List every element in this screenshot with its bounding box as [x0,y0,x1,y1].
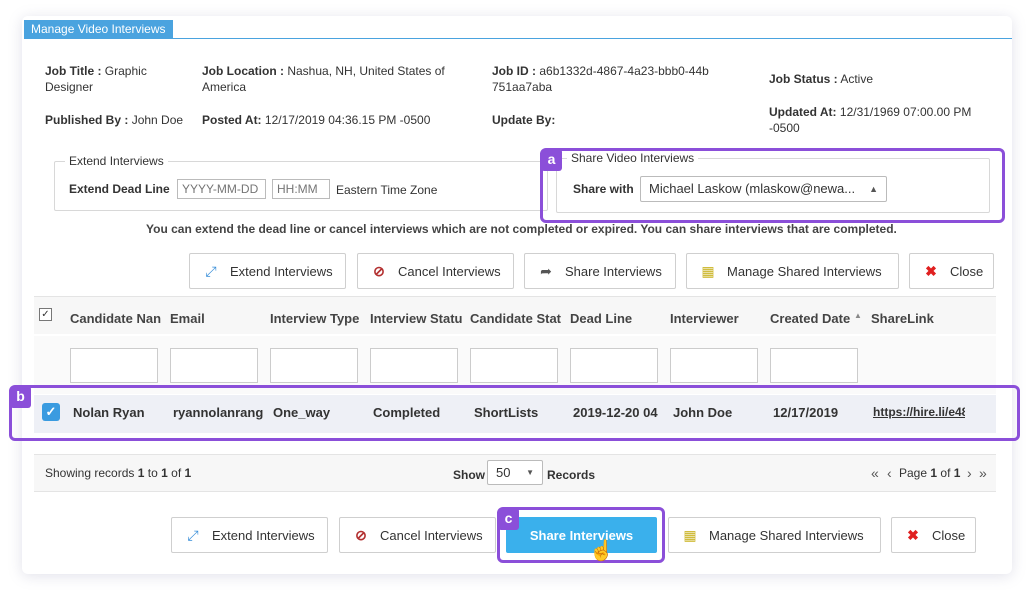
cancel-circle-icon: ⊘ [373,262,385,279]
column-header[interactable]: Email [170,311,262,326]
records-summary: Showing records 1 to 1 of 1 [45,466,192,480]
timezone-label: Eastern Time Zone [336,183,438,197]
filter-interviewer[interactable] [670,348,758,383]
callout-b-frame [9,385,1020,441]
update-by: Update By: [492,113,556,127]
page-indicator: Page 1 of 1 [899,466,961,480]
first-page-icon[interactable]: « [871,465,879,481]
close-label: Close [932,527,966,543]
sort-asc-icon: ▲ [854,311,862,320]
callout-a-frame [540,148,1005,223]
close-x-icon: ✖ [925,262,937,279]
filter-created-date[interactable] [770,348,858,383]
page-size-value: 50 [496,465,511,480]
filter-interview-type[interactable] [270,348,358,383]
map-icon: ▦ [701,262,715,279]
show-label: Show [453,468,485,482]
job-id: Job ID : a6b1332d-4867-4a23-bbb0-44b751a… [492,64,709,94]
close-button-bottom[interactable]: ✖ Close [891,517,976,553]
job-status: Job Status : Active [769,72,874,86]
column-header[interactable]: Interview Type [270,311,364,326]
manage-shared-label: Manage Shared Interviews [709,527,864,543]
manage-shared-button-bottom[interactable]: ▦ Manage Shared Interviews [668,517,881,553]
cancel-circle-icon: ⊘ [355,526,367,543]
callout-a-tag: a [541,149,562,171]
extend-interviews-label: Extend Interviews [212,527,315,543]
column-header[interactable]: Candidate Stat [470,311,562,326]
records-label: Records [547,468,596,482]
next-page-icon[interactable]: › [967,465,972,481]
filter-email[interactable] [170,348,258,383]
manage-shared-button[interactable]: ▦ Manage Shared Interviews [686,253,899,289]
column-header[interactable]: Interview Statu [370,311,462,326]
callout-b-tag: b [10,386,31,408]
share-interviews-label: Share Interviews [565,263,662,279]
extend-deadline-label: Extend Dead Line [69,182,170,196]
extend-interviews-button-bottom[interactable]: ⤢ Extend Interviews [171,517,328,553]
expand-arrows-icon: ⤢ [187,526,199,543]
page-size-select[interactable]: 50 ▼ [487,460,543,485]
last-page-icon[interactable]: » [979,465,987,481]
expand-arrows-icon: ⤢ [205,262,217,279]
close-button[interactable]: ✖ Close [909,253,994,289]
updated-at: Updated At: 12/31/1969 07:00.00 PM -0500 [769,105,972,135]
caret-down-icon: ▼ [526,468,534,477]
extend-interviews-button[interactable]: ⤢ Extend Interviews [189,253,346,289]
published-by: Published By : John Doe [45,113,184,127]
hand-cursor-icon: ☝ [589,540,614,562]
callout-c-frame [497,507,665,563]
deadline-time-input[interactable] [272,179,330,199]
column-header[interactable]: Interviewer [670,311,762,326]
close-label: Close [950,263,984,279]
extend-interviews-label: Extend Interviews [230,263,333,279]
job-title: Job Title : Graphic Designer [45,64,147,94]
filter-interview-status[interactable] [370,348,458,383]
callout-c-tag: c [498,508,519,530]
manage-shared-label: Manage Shared Interviews [727,263,882,279]
cancel-interviews-label: Cancel Interviews [380,527,483,543]
filter-candidate-name[interactable] [70,348,158,383]
help-hint: You can extend the dead line or cancel i… [146,222,897,236]
column-header[interactable]: ShareLink [871,311,963,326]
share-interviews-button[interactable]: ➦ Share Interviews [524,253,676,289]
select-all-checkbox[interactable]: ✓ [39,308,52,321]
close-x-icon: ✖ [907,526,919,543]
posted-at: Posted At: 12/17/2019 04:36.15 PM -0500 [202,113,431,127]
cancel-interviews-button-bottom[interactable]: ⊘ Cancel Interviews [339,517,496,553]
prev-page-icon[interactable]: ‹ [887,465,892,481]
cancel-interviews-label: Cancel Interviews [398,263,501,279]
map-icon: ▦ [683,526,697,543]
job-location: Job Location : Nashua, NH, United States… [202,64,445,94]
deadline-date-input[interactable] [177,179,266,199]
panel-title: Manage Video Interviews [24,20,173,39]
column-header[interactable]: Dead Line [570,311,662,326]
extend-legend: Extend Interviews [69,154,164,168]
column-header[interactable]: Created Date [770,311,854,326]
panel-divider [24,38,1012,39]
filter-dead-line[interactable] [570,348,658,383]
filter-candidate-status[interactable] [470,348,558,383]
column-header[interactable]: Candidate Nan [70,311,162,326]
share-arrow-icon: ➦ [540,262,552,279]
cancel-interviews-button[interactable]: ⊘ Cancel Interviews [357,253,514,289]
